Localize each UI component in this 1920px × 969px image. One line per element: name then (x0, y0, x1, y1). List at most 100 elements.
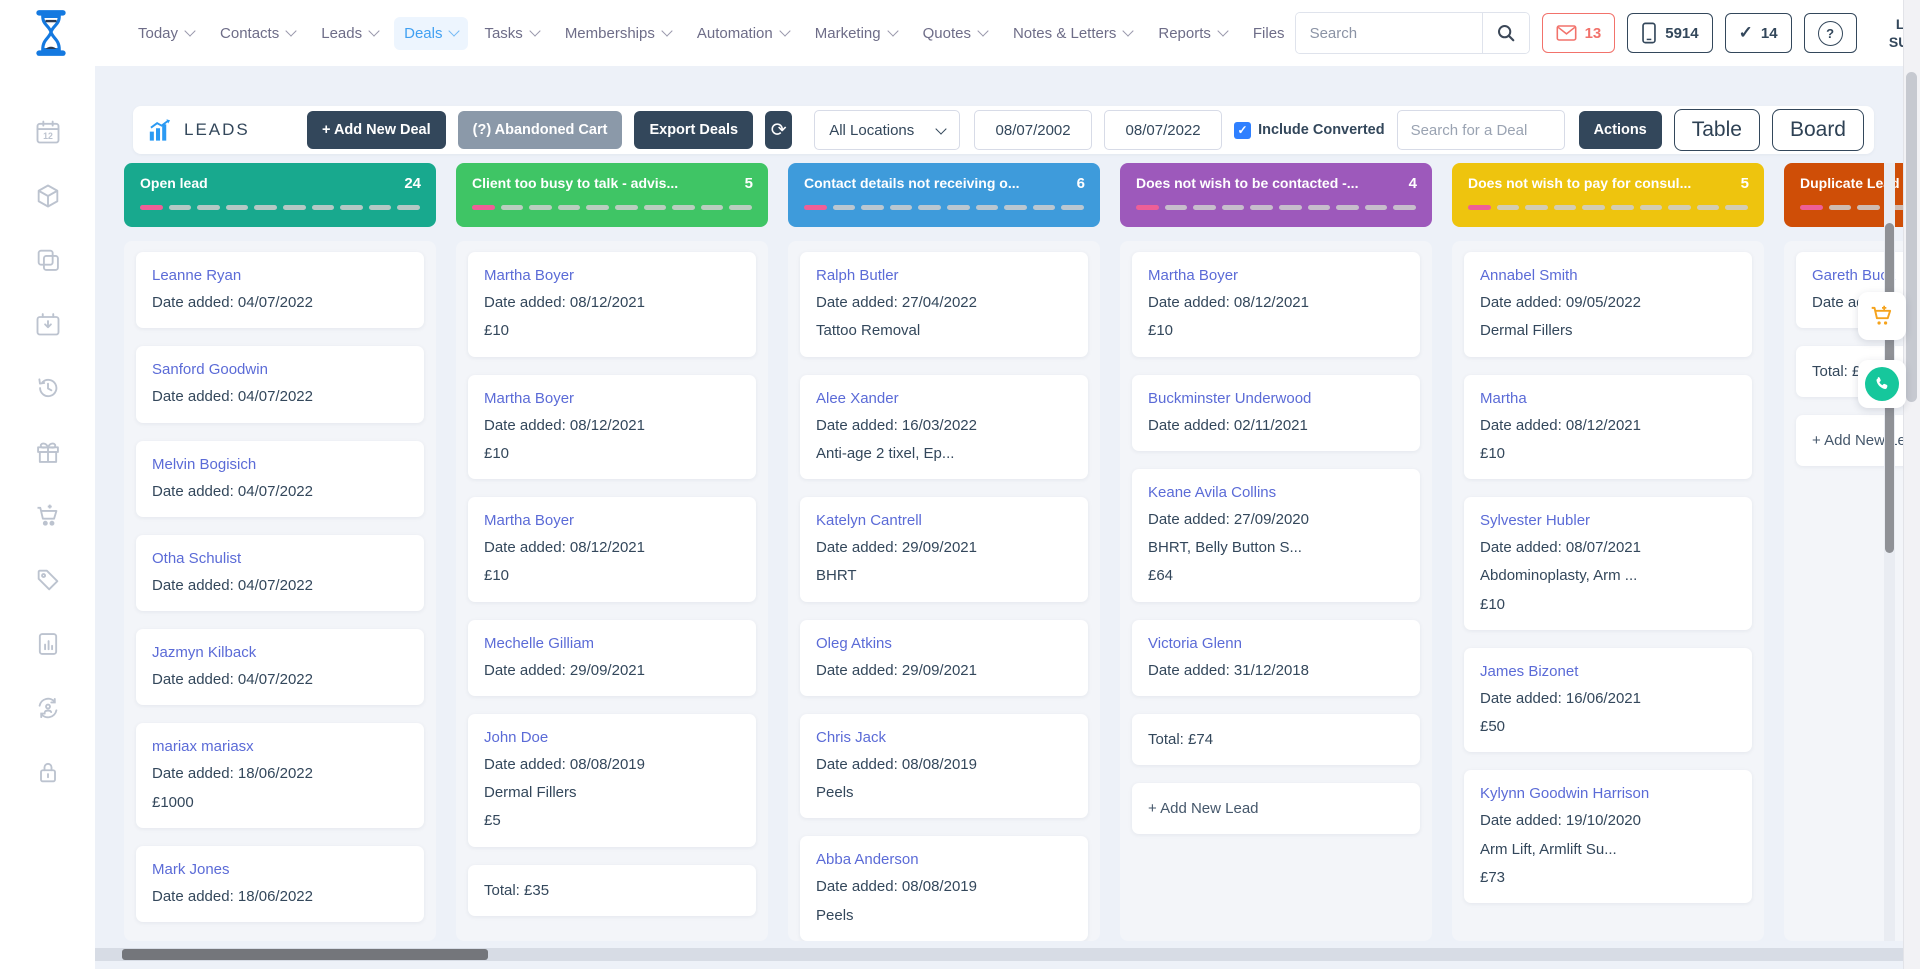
tag-icon[interactable] (34, 566, 62, 594)
include-converted-checkbox[interactable]: ✓ (1234, 122, 1251, 139)
package-icon[interactable] (34, 182, 62, 210)
lead-name-link[interactable]: Melvin Bogisich (152, 456, 408, 473)
table-view-button[interactable]: Table (1674, 109, 1760, 151)
sms-badge[interactable]: 5914 (1627, 13, 1712, 53)
nav-item-marketing[interactable]: Marketing (805, 17, 907, 50)
cart-icon[interactable] (34, 502, 62, 530)
board-scrollbar[interactable] (1884, 163, 1895, 941)
lead-name-link[interactable]: Victoria Glenn (1148, 635, 1404, 652)
column-header[interactable]: Client too busy to talk - advis...5 (456, 163, 768, 227)
lead-name-link[interactable]: Abba Anderson (816, 851, 1072, 868)
nav-item-files[interactable]: Files (1243, 17, 1295, 50)
nav-item-contacts[interactable]: Contacts (210, 17, 305, 50)
horizontal-scrollbar[interactable] (95, 948, 1904, 961)
lead-card[interactable]: Martha BoyerDate added: 08/12/2021£10 (1132, 252, 1420, 357)
tasks-badge[interactable]: ✓ 14 (1725, 13, 1792, 53)
lead-card[interactable]: mariax mariasxDate added: 18/06/2022£100… (136, 723, 424, 828)
lead-name-link[interactable]: Jazmyn Kilback (152, 644, 408, 661)
column-header[interactable]: Does not wish to pay for consul...5 (1452, 163, 1764, 227)
lead-card[interactable]: Katelyn CantrellDate added: 29/09/2021BH… (800, 497, 1088, 602)
lead-card[interactable]: Martha BoyerDate added: 08/12/2021£10 (468, 375, 756, 480)
lead-name-link[interactable]: Martha Boyer (484, 512, 740, 529)
lead-card[interactable]: John DoeDate added: 08/08/2019Dermal Fil… (468, 714, 756, 847)
add-new-deal-button[interactable]: + Add New Deal (307, 111, 446, 149)
lead-name-link[interactable]: Martha Boyer (484, 390, 740, 407)
nav-item-deals[interactable]: Deals (394, 17, 468, 50)
lead-name-link[interactable]: Kylynn Goodwin Harrison (1480, 785, 1736, 802)
lead-card[interactable]: Otha SchulistDate added: 04/07/2022 (136, 535, 424, 611)
date-from-input[interactable] (974, 110, 1092, 150)
lead-card[interactable]: Ralph ButlerDate added: 27/04/2022Tattoo… (800, 252, 1088, 357)
lead-name-link[interactable]: Martha Boyer (1148, 267, 1404, 284)
report-icon[interactable] (34, 630, 62, 658)
lead-card[interactable]: Keane Avila CollinsDate added: 27/09/202… (1132, 469, 1420, 602)
lead-name-link[interactable]: James Bizonet (1480, 663, 1736, 680)
lead-card[interactable]: Buckminster UnderwoodDate added: 02/11/2… (1132, 375, 1420, 451)
lead-card[interactable]: Victoria GlennDate added: 31/12/2018 (1132, 620, 1420, 696)
nav-item-notes-letters[interactable]: Notes & Letters (1003, 17, 1142, 50)
nav-item-leads[interactable]: Leads (311, 17, 388, 50)
nav-item-automation[interactable]: Automation (687, 17, 799, 50)
lead-card[interactable]: Jazmyn KilbackDate added: 04/07/2022 (136, 629, 424, 705)
mail-badge[interactable]: 13 (1542, 13, 1616, 53)
lock-icon[interactable] (34, 758, 62, 786)
lead-name-link[interactable]: Annabel Smith (1480, 267, 1736, 284)
column-header[interactable]: Contact details not receiving o...6 (788, 163, 1100, 227)
lead-name-link[interactable]: Sylvester Hubler (1480, 512, 1736, 529)
column-header[interactable]: Does not wish to be contacted -...4 (1120, 163, 1432, 227)
nav-item-memberships[interactable]: Memberships (555, 17, 681, 50)
history-icon[interactable] (34, 374, 62, 402)
lead-card[interactable]: Mark JonesDate added: 18/06/2022 (136, 846, 424, 922)
copy-icon[interactable] (34, 246, 62, 274)
lead-card[interactable]: Chris JackDate added: 08/08/2019Peels (800, 714, 1088, 819)
date-to-input[interactable] (1104, 110, 1222, 150)
user-sync-icon[interactable] (34, 694, 62, 722)
lead-name-link[interactable]: mariax mariasx (152, 738, 408, 755)
lead-name-link[interactable]: Martha Boyer (484, 267, 740, 284)
lead-card[interactable]: Leanne RyanDate added: 04/07/2022 (136, 252, 424, 328)
lead-name-link[interactable]: Alee Xander (816, 390, 1072, 407)
call-fab[interactable] (1858, 360, 1906, 408)
app-logo[interactable] (28, 7, 74, 59)
lead-card[interactable]: Abba AndersonDate added: 08/08/2019Peels (800, 836, 1088, 941)
lead-card[interactable]: James BizonetDate added: 16/06/2021£50 (1464, 648, 1752, 753)
column-header[interactable]: Open lead24 (124, 163, 436, 227)
lead-card[interactable]: MarthaDate added: 08/12/2021£10 (1464, 375, 1752, 480)
lead-card[interactable]: Oleg AtkinsDate added: 29/09/2021 (800, 620, 1088, 696)
lead-card[interactable]: Sanford GoodwinDate added: 04/07/2022 (136, 346, 424, 422)
lead-name-link[interactable]: Buckminster Underwood (1148, 390, 1404, 407)
lead-name-link[interactable]: Martha (1480, 390, 1736, 407)
lead-card[interactable]: Sylvester HublerDate added: 08/07/2021Ab… (1464, 497, 1752, 630)
gift-icon[interactable] (34, 438, 62, 466)
lead-name-link[interactable]: Chris Jack (816, 729, 1072, 746)
page-scrollbar[interactable] (1903, 0, 1920, 969)
column-header[interactable]: Duplicate Lead (1784, 163, 1920, 227)
nav-item-quotes[interactable]: Quotes (913, 17, 997, 50)
calendar-import-icon[interactable] (34, 310, 62, 338)
location-select[interactable]: All Locations (814, 110, 960, 150)
lead-name-link[interactable]: Mechelle Gilliam (484, 635, 740, 652)
nav-item-tasks[interactable]: Tasks (474, 17, 548, 50)
lead-name-link[interactable]: Mark Jones (152, 861, 408, 878)
search-button[interactable] (1482, 13, 1529, 53)
lead-name-link[interactable]: Keane Avila Collins (1148, 484, 1404, 501)
deal-search-input[interactable] (1397, 110, 1565, 150)
abandoned-cart-fab[interactable] (1858, 292, 1906, 340)
lead-name-link[interactable]: Ralph Butler (816, 267, 1072, 284)
lead-card[interactable]: Melvin BogisichDate added: 04/07/2022 (136, 441, 424, 517)
export-deals-button[interactable]: Export Deals (634, 111, 753, 149)
page-scrollbar-thumb[interactable] (1906, 72, 1917, 402)
actions-button[interactable]: Actions (1579, 111, 1662, 149)
lead-card[interactable]: Alee XanderDate added: 16/03/2022Anti-ag… (800, 375, 1088, 480)
lead-name-link[interactable]: Leanne Ryan (152, 267, 408, 284)
lead-name-link[interactable]: Oleg Atkins (816, 635, 1072, 652)
add-new-lead-button[interactable]: + Add New Lead (1132, 783, 1420, 834)
lead-name-link[interactable]: Otha Schulist (152, 550, 408, 567)
lead-card[interactable]: Martha BoyerDate added: 08/12/2021£10 (468, 252, 756, 357)
horizontal-scrollbar-thumb[interactable] (122, 949, 488, 960)
calendar-icon[interactable]: 12 (34, 118, 62, 146)
lead-card[interactable]: Martha BoyerDate added: 08/12/2021£10 (468, 497, 756, 602)
nav-item-reports[interactable]: Reports (1148, 17, 1237, 50)
abandoned-cart-button[interactable]: (?) Abandoned Cart (458, 111, 623, 149)
lead-name-link[interactable]: Sanford Goodwin (152, 361, 408, 378)
